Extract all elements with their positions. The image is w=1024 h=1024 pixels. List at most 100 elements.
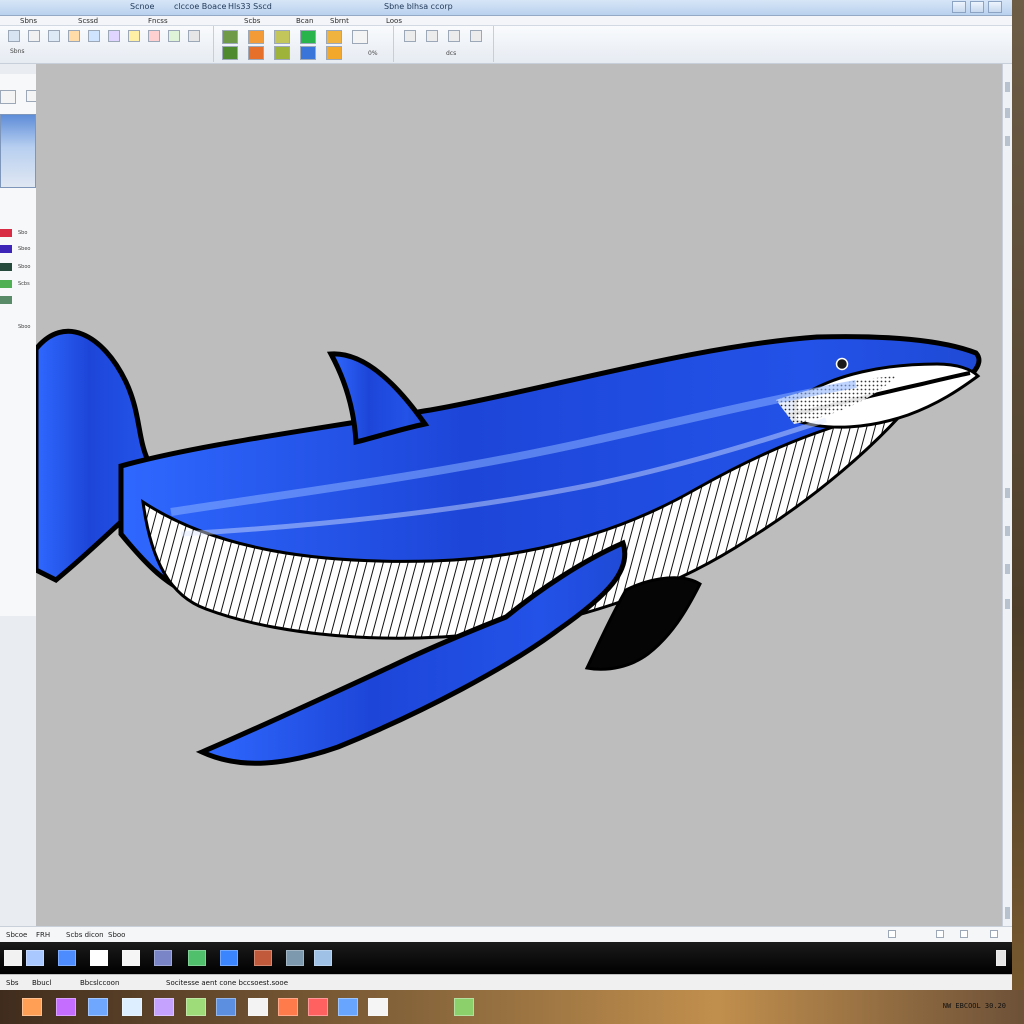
taskbar: [0, 942, 1012, 974]
layer-color-indigo[interactable]: [0, 245, 12, 253]
layer-color-green[interactable]: [0, 280, 12, 288]
task-icon-start[interactable]: [4, 950, 22, 966]
menu-item-4[interactable]: Scbs: [244, 17, 260, 25]
rail-mark-2[interactable]: [1005, 108, 1010, 118]
task-icon-4[interactable]: [122, 950, 140, 966]
bottom-text-4: Socitesse aent cone bccsoest.sooe: [166, 979, 289, 987]
menu-item-3[interactable]: Fncss: [148, 17, 168, 25]
task-icon-9[interactable]: [286, 950, 304, 966]
menu-item-5[interactable]: Bcan: [296, 17, 313, 25]
fill-icon[interactable]: [168, 30, 180, 42]
ribbon-label-3: dcs: [446, 50, 457, 57]
status-bar: Sbcoe FRH Scbs dicon Sboo: [0, 926, 1012, 942]
menu-bar: Sbns Scssd Fncss Scbs Bcan Sbrnt Loos: [0, 16, 1012, 26]
color-swatch-yellow[interactable]: [326, 30, 342, 44]
task-icon-10[interactable]: [314, 950, 332, 966]
color-swatch-blue[interactable]: [300, 46, 316, 60]
status-button-3[interactable]: [960, 930, 968, 938]
color-swatch-orange[interactable]: [248, 30, 264, 44]
desktop-icon-7[interactable]: [216, 998, 236, 1016]
desktop-icon-2[interactable]: [56, 998, 76, 1016]
desktop-icon-6[interactable]: [186, 998, 206, 1016]
desktop-icon-8[interactable]: [248, 998, 268, 1016]
whale-eye: [835, 357, 849, 371]
layer-thumbnail[interactable]: [0, 114, 36, 188]
select-icon[interactable]: [68, 30, 80, 42]
desktop-icon-1[interactable]: [22, 998, 42, 1016]
quick-launch-strip: Sbs Bbucl Bbcslccoon Socitesse aent cone…: [0, 974, 1012, 990]
task-icon-6[interactable]: [188, 950, 206, 966]
task-icon-5[interactable]: [154, 950, 172, 966]
panel-tool-1[interactable]: [0, 90, 16, 104]
status-button-2[interactable]: [936, 930, 944, 938]
desktop-icon-9[interactable]: [278, 998, 298, 1016]
ribbon-group-clipboard: Sbns: [0, 26, 214, 62]
menu-item-2[interactable]: Scssd: [78, 17, 98, 25]
cut-icon[interactable]: [28, 30, 40, 42]
text-icon[interactable]: [188, 30, 200, 42]
layer-color-sage[interactable]: [0, 296, 12, 304]
desktop-icon-13[interactable]: [454, 998, 474, 1016]
menu-item-1[interactable]: Sbns: [20, 17, 37, 25]
system-clock: NW EBCOOL 30.20: [942, 1002, 1006, 1010]
menu-item-6[interactable]: Sbrnt: [330, 17, 349, 25]
eraser-icon[interactable]: [426, 30, 438, 42]
task-icon-2[interactable]: [58, 950, 76, 966]
color-swatch-deep-orange[interactable]: [248, 46, 264, 60]
picker-icon[interactable]: [448, 30, 460, 42]
copy-icon[interactable]: [48, 30, 60, 42]
layer-label-2: Sbeo: [18, 246, 31, 252]
ribbon-label-1: Sbns: [10, 48, 25, 55]
color-swatch-olive[interactable]: [274, 30, 290, 44]
color-swatch-bright-green[interactable]: [300, 30, 316, 44]
magnifier-icon[interactable]: [470, 30, 482, 42]
rail-mark-5[interactable]: [1005, 526, 1010, 536]
bottom-text-2: Bbucl: [32, 979, 52, 987]
task-icon-8[interactable]: [254, 950, 272, 966]
desktop-icon-4[interactable]: [122, 998, 142, 1016]
color-swatch-dark-green[interactable]: [222, 46, 238, 60]
brush-icon[interactable]: [148, 30, 160, 42]
layer-color-red[interactable]: [0, 229, 12, 237]
desktop-icon-12[interactable]: [368, 998, 388, 1016]
desktop-taskbar-band: NW EBCOOL 30.20: [0, 990, 1024, 1024]
color-swatch-amber[interactable]: [326, 46, 342, 60]
restore-icon[interactable]: [970, 1, 984, 13]
desktop-icon-3[interactable]: [88, 998, 108, 1016]
title-left-3: Hls33 Sscd: [228, 2, 272, 11]
desktop-icon-10[interactable]: [308, 998, 328, 1016]
color-swatch-green[interactable]: [222, 30, 238, 44]
title-left-1: Scnoe: [130, 2, 155, 11]
task-icon-11[interactable]: [996, 950, 1006, 966]
close-icon[interactable]: [988, 1, 1002, 13]
status-button-4[interactable]: [990, 930, 998, 938]
task-icon-3[interactable]: [90, 950, 108, 966]
rail-mark-3[interactable]: [1005, 136, 1010, 146]
task-icon-7[interactable]: [220, 950, 238, 966]
desktop-icon-5[interactable]: [154, 998, 174, 1016]
paste-icon[interactable]: [8, 30, 20, 42]
rail-mark-7[interactable]: [1005, 599, 1010, 609]
rail-mark-1[interactable]: [1005, 82, 1010, 92]
pencil-icon[interactable]: [404, 30, 416, 42]
rail-mark-8[interactable]: [1005, 907, 1010, 919]
crop-icon[interactable]: [88, 30, 100, 42]
desktop-icon-11[interactable]: [338, 998, 358, 1016]
layer-label-1: Sbo: [18, 230, 28, 236]
right-scrollbar[interactable]: [1002, 64, 1012, 928]
color-swatch-lime[interactable]: [274, 46, 290, 60]
status-button-1[interactable]: [888, 930, 896, 938]
status-text-4: Sboo: [108, 931, 126, 939]
layer-label-4: Scbs: [18, 281, 30, 287]
rail-mark-6[interactable]: [1005, 564, 1010, 574]
layer-color-teal[interactable]: [0, 263, 12, 271]
rotate-icon[interactable]: [128, 30, 140, 42]
menu-item-7[interactable]: Loos: [386, 17, 402, 25]
minimize-icon[interactable]: [952, 1, 966, 13]
drawing-canvas[interactable]: [36, 64, 1002, 926]
color-swatch-white[interactable]: [352, 30, 368, 44]
task-icon-1[interactable]: [26, 950, 44, 966]
resize-icon[interactable]: [108, 30, 120, 42]
status-text-1: Sbcoe: [6, 931, 28, 939]
rail-mark-4[interactable]: [1005, 488, 1010, 498]
